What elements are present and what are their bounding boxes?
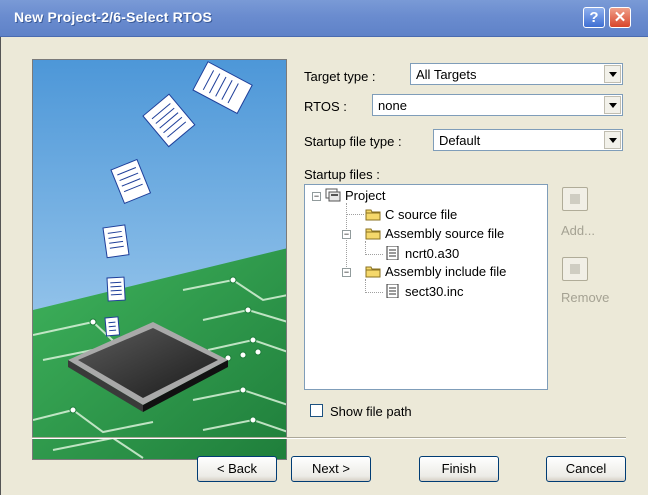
- dropdown-arrow-icon[interactable]: [604, 131, 621, 149]
- close-button[interactable]: ✕: [609, 7, 631, 28]
- show-file-path-checkbox[interactable]: [310, 404, 323, 417]
- title-bar[interactable]: New Project-2/6-Select RTOS ? ✕: [0, 0, 648, 37]
- dropdown-arrow-icon[interactable]: [604, 65, 621, 83]
- cancel-button[interactable]: Cancel: [546, 456, 626, 482]
- finish-button[interactable]: Finish: [419, 456, 499, 482]
- tree-item-label: sect30.inc: [405, 284, 464, 299]
- remove-file-button[interactable]: [562, 257, 588, 281]
- tree-item-label: Assembly source file: [385, 226, 505, 241]
- target-type-select[interactable]: All Targets: [410, 63, 623, 85]
- startup-file-type-value: Default: [439, 133, 481, 148]
- tree-connector: [365, 279, 366, 293]
- startup-files-tree[interactable]: − Project C source file − Assembly sourc…: [304, 184, 548, 390]
- tree-item-label: C source file: [385, 207, 458, 222]
- collapse-toggle[interactable]: −: [342, 268, 351, 277]
- tree-item-label: Assembly include file: [385, 264, 507, 279]
- folder-icon: [365, 209, 381, 221]
- tree-item-label: Project: [345, 188, 386, 203]
- new-project-dialog: New Project-2/6-Select RTOS ? ✕ Target t…: [0, 0, 648, 495]
- file-icon: [386, 246, 399, 260]
- add-button-label[interactable]: Add...: [561, 223, 595, 238]
- project-icon: [325, 188, 341, 202]
- rtos-value: none: [378, 98, 407, 113]
- next-button[interactable]: Next >: [291, 456, 371, 482]
- collapse-toggle[interactable]: −: [342, 230, 351, 239]
- add-file-icon: [570, 194, 580, 204]
- tree-item-label: ncrt0.a30: [405, 246, 460, 261]
- rtos-label: RTOS :: [304, 99, 347, 114]
- back-button[interactable]: < Back: [197, 456, 277, 482]
- wizard-illustration: [32, 59, 287, 460]
- rtos-select[interactable]: none: [372, 94, 623, 116]
- dropdown-arrow-icon[interactable]: [604, 96, 621, 114]
- target-type-value: All Targets: [416, 67, 477, 82]
- separator: [32, 438, 626, 439]
- startup-file-type-select[interactable]: Default: [433, 129, 623, 151]
- target-type-label: Target type :: [304, 69, 376, 84]
- tree-connector: [365, 241, 366, 255]
- remove-button-label[interactable]: Remove: [561, 290, 609, 305]
- folder-icon: [365, 228, 381, 240]
- startup-files-label: Startup files :: [304, 167, 380, 182]
- tree-connector: [365, 292, 383, 293]
- dialog-body: Target type : All Targets RTOS : none St…: [0, 37, 648, 495]
- file-icon: [386, 284, 399, 298]
- remove-file-icon: [570, 264, 580, 274]
- collapse-toggle[interactable]: −: [312, 192, 321, 201]
- folder-icon: [365, 266, 381, 278]
- help-button[interactable]: ?: [583, 7, 605, 28]
- tree-connector: [365, 254, 383, 255]
- add-file-button[interactable]: [562, 187, 588, 211]
- tree-connector: [346, 214, 364, 215]
- show-file-path-label[interactable]: Show file path: [330, 404, 412, 419]
- startup-file-type-label: Startup file type :: [304, 134, 402, 149]
- pcb-chip-illustration: [33, 60, 286, 459]
- window-title: New Project-2/6-Select RTOS: [14, 9, 213, 25]
